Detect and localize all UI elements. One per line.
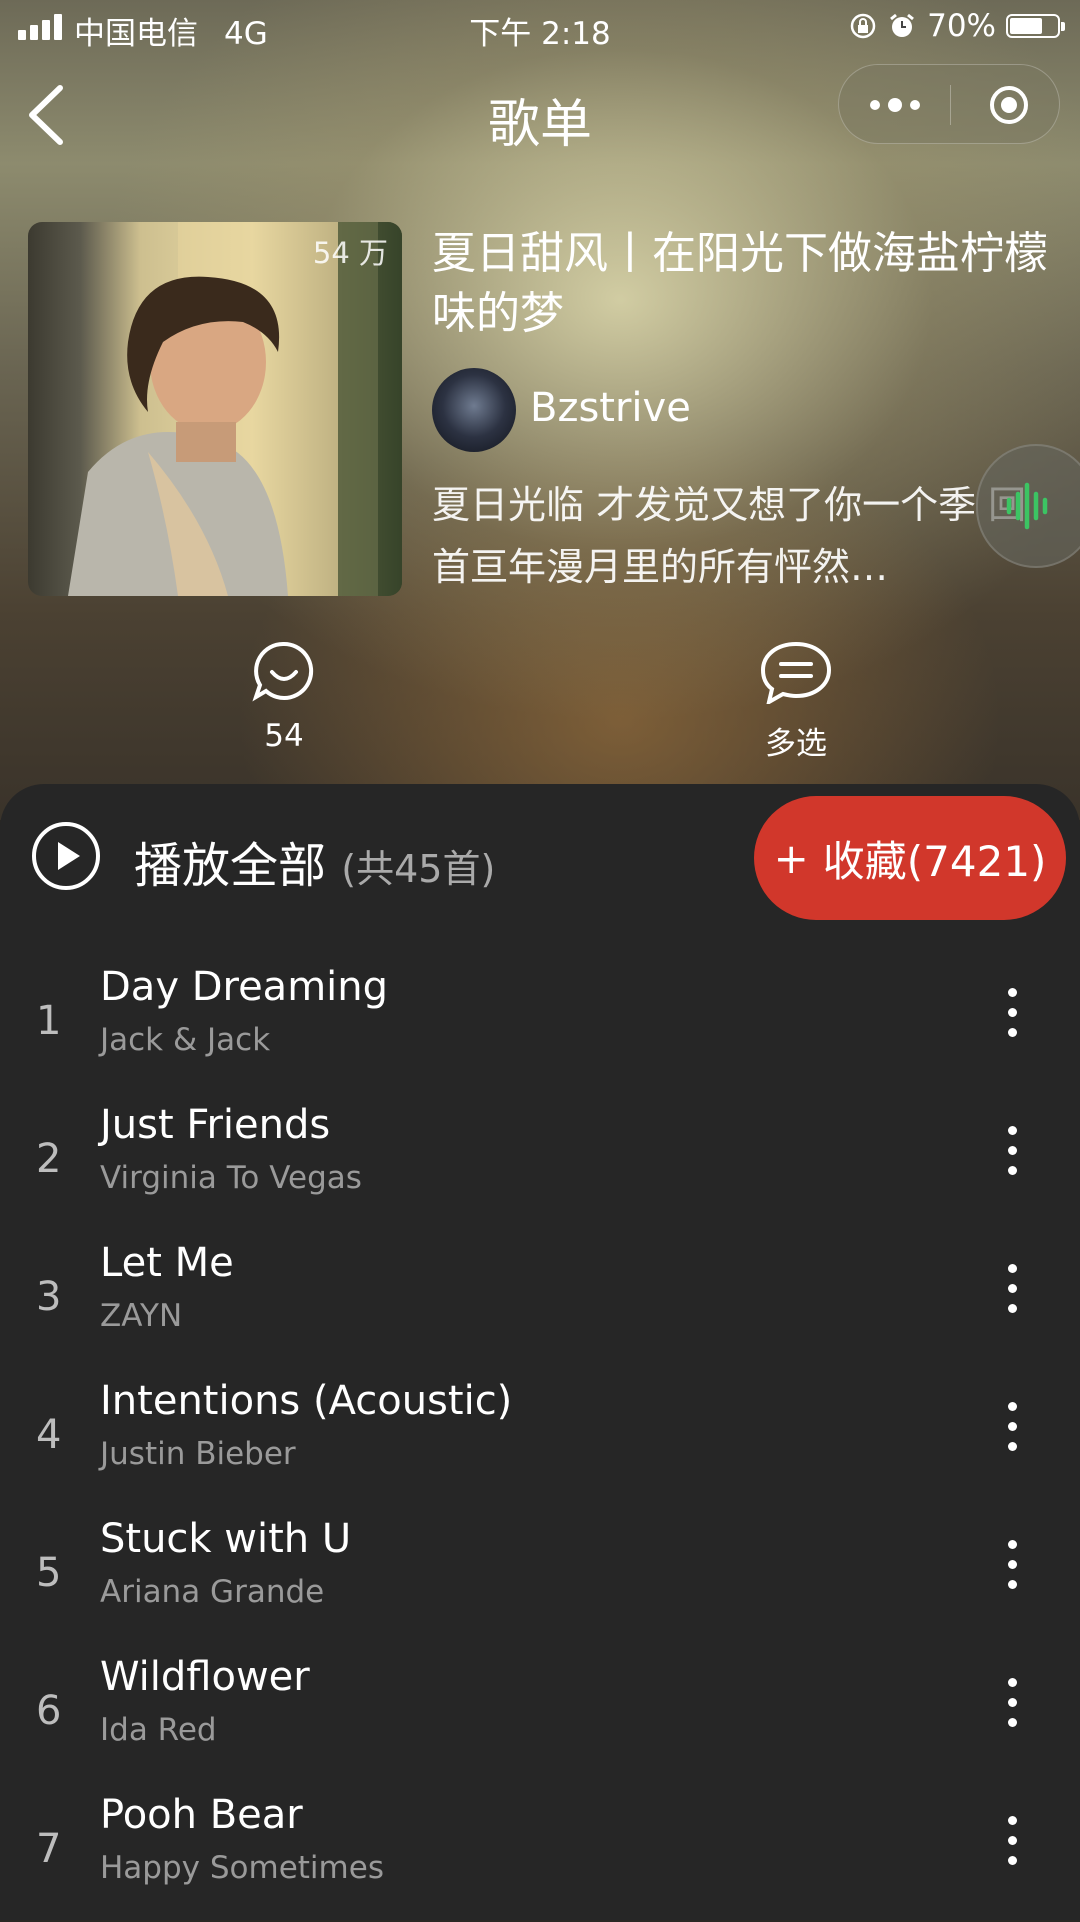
- song-artist: Ida Red: [100, 1712, 217, 1748]
- battery-icon: [1006, 14, 1065, 38]
- song-index: 4: [36, 1412, 62, 1458]
- voice-assistant-button[interactable]: [976, 444, 1080, 568]
- voice-wave-icon: [1006, 482, 1048, 530]
- song-index: 5: [36, 1550, 62, 1596]
- multi-select-action[interactable]: 多选: [696, 640, 896, 763]
- song-index: 7: [36, 1826, 62, 1872]
- song-row[interactable]: 3 Let Me ZAYN: [0, 1232, 1080, 1370]
- song-title: Just Friends: [100, 1102, 331, 1148]
- comment-action[interactable]: 54: [184, 640, 384, 754]
- song-artist: Happy Sometimes: [100, 1850, 384, 1886]
- song-more-icon[interactable]: [998, 1120, 1028, 1180]
- multi-select-icon: [760, 641, 832, 704]
- song-row[interactable]: 1 Day Dreaming Jack & Jack: [0, 956, 1080, 1094]
- song-more-icon[interactable]: [998, 1672, 1028, 1732]
- playlist-description[interactable]: 夏日光临 才发觉又想了你一个季 回首亘年漫月里的所有怦然…: [432, 474, 1032, 598]
- song-title: Day Dreaming: [100, 964, 389, 1010]
- song-row[interactable]: 2 Just Friends Virginia To Vegas: [0, 1094, 1080, 1232]
- comment-count: 54: [264, 718, 304, 754]
- creator-name[interactable]: Bzstrive: [530, 385, 691, 431]
- play-count: 54 万: [312, 236, 388, 270]
- song-more-icon[interactable]: [998, 1810, 1028, 1870]
- multi-select-label: 多选: [765, 726, 827, 762]
- song-artist: Virginia To Vegas: [100, 1160, 362, 1196]
- song-index: 3: [36, 1274, 62, 1320]
- alarm-icon: [890, 13, 915, 37]
- song-artist: Ariana Grande: [100, 1574, 325, 1610]
- song-title: Wildflower: [100, 1654, 310, 1700]
- song-count: (共45首): [341, 847, 496, 891]
- song-row[interactable]: 6 Wildflower Ida Red: [0, 1646, 1080, 1784]
- playlist-cover[interactable]: 54 万: [28, 222, 402, 596]
- song-index: 6: [36, 1688, 62, 1734]
- song-title: Let Me: [100, 1240, 234, 1286]
- battery-percent: 70%: [927, 8, 996, 44]
- song-row[interactable]: 5 Stuck with U Ariana Grande: [0, 1508, 1080, 1646]
- collect-label: 收藏(7421): [822, 836, 1047, 886]
- more-dots-icon[interactable]: [867, 91, 923, 119]
- song-artist: Justin Bieber: [100, 1436, 296, 1472]
- song-row[interactable]: 4 Intentions (Acoustic) Justin Bieber: [0, 1370, 1080, 1508]
- status-bar: 中国电信 4G 下午 2:18 70%: [0, 0, 1080, 54]
- playlist-title: 夏日甜风丨在阳光下做海盐柠檬味的梦: [432, 228, 1048, 339]
- play-all-label: 播放全部: [134, 838, 327, 894]
- plus-icon: +: [773, 833, 809, 883]
- comment-icon: [252, 641, 314, 702]
- mini-program-capsule: [838, 64, 1060, 144]
- creator-avatar[interactable]: [432, 368, 516, 452]
- song-title: Stuck with U: [100, 1516, 352, 1562]
- song-more-icon[interactable]: [998, 1534, 1028, 1594]
- song-more-icon[interactable]: [998, 1258, 1028, 1318]
- play-all-icon[interactable]: [30, 820, 102, 892]
- play-all-button[interactable]: 播放全部 (共45首): [134, 826, 495, 896]
- cover-photo: [68, 222, 402, 596]
- capsule-divider: [950, 85, 951, 125]
- close-target-icon[interactable]: [989, 85, 1029, 125]
- collect-button[interactable]: + 收藏(7421): [754, 796, 1066, 920]
- song-more-icon[interactable]: [998, 982, 1028, 1042]
- song-title: Intentions (Acoustic): [100, 1378, 513, 1424]
- song-row[interactable]: 7 Pooh Bear Happy Sometimes: [0, 1784, 1080, 1922]
- song-index: 1: [36, 998, 62, 1044]
- song-more-icon[interactable]: [998, 1396, 1028, 1456]
- rotation-lock-icon: [850, 13, 876, 39]
- song-artist: Jack & Jack: [100, 1022, 271, 1058]
- song-index: 2: [36, 1136, 62, 1182]
- song-title: Pooh Bear: [100, 1792, 303, 1838]
- song-artist: ZAYN: [100, 1298, 183, 1334]
